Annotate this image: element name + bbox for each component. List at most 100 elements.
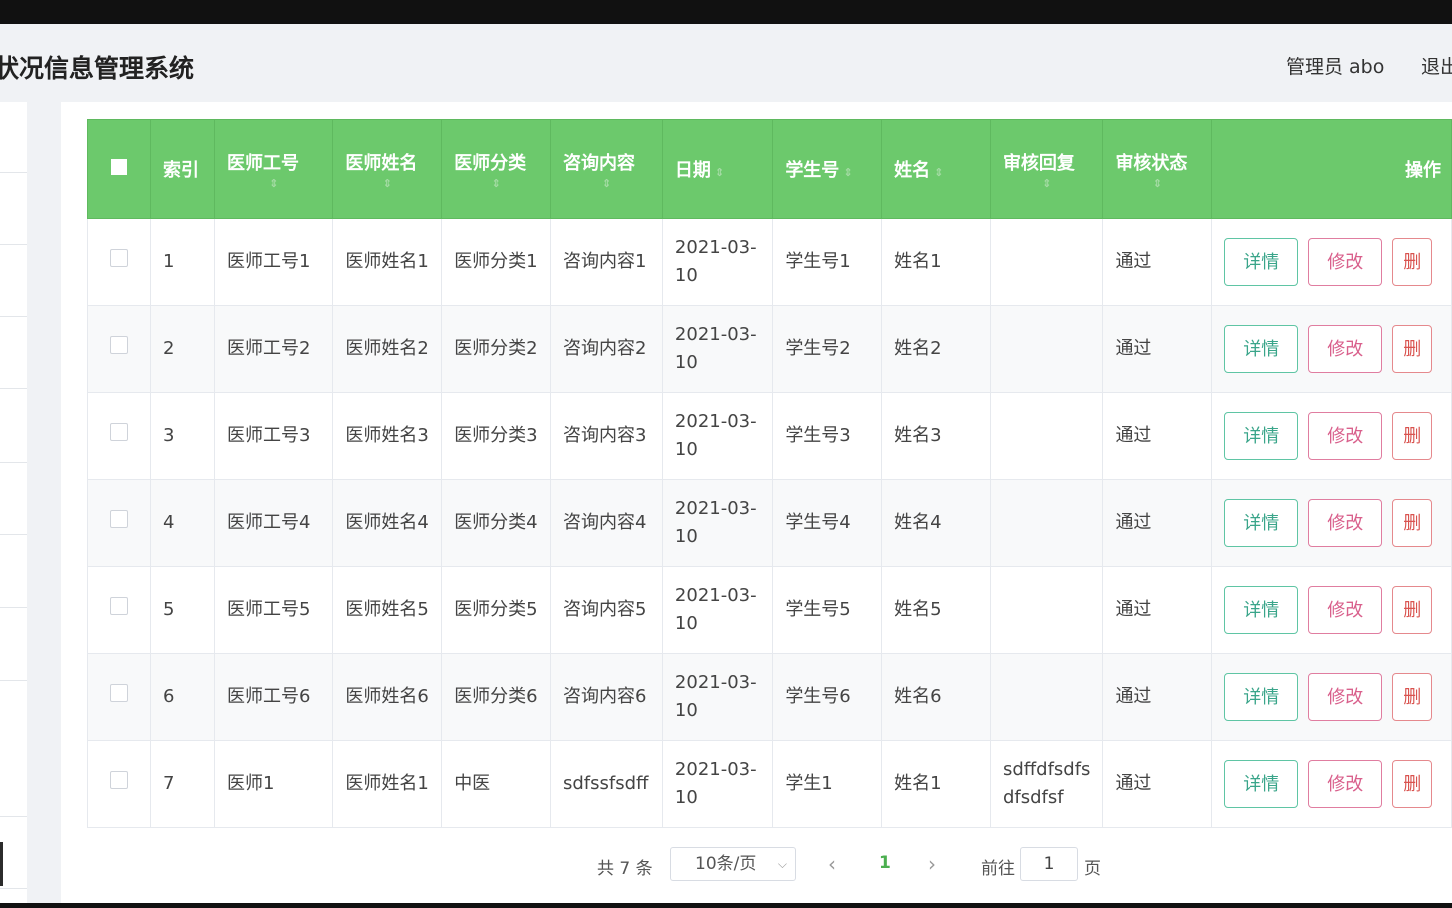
column-header-reply[interactable]: 审核回复 ⇕ (989, 119, 1104, 219)
cell-index: 2 (150, 305, 216, 393)
sort-icon[interactable]: ⇕ (1115, 177, 1199, 190)
column-header-index: 索引 (150, 119, 216, 219)
page-number-current[interactable]: 1 (879, 853, 891, 873)
edit-button[interactable]: 修改 (1308, 586, 1383, 634)
reply-part: sdffdfsdfs (1002, 759, 1091, 780)
row-select-cell[interactable] (86, 392, 152, 480)
sidebar-active-indicator[interactable] (0, 842, 3, 886)
column-header-category[interactable]: 医师分类 ⇕ (441, 119, 551, 219)
delete-button[interactable]: 删 (1392, 238, 1433, 286)
row-select-cell[interactable] (86, 740, 152, 828)
row-select-cell[interactable] (86, 218, 152, 306)
row-checkbox[interactable] (110, 510, 129, 528)
row-checkbox[interactable] (110, 249, 129, 267)
delete-button[interactable]: 删 (1392, 325, 1433, 373)
column-label: 操作 (1405, 160, 1441, 181)
detail-button[interactable]: 详情 (1224, 238, 1299, 286)
cell-index: 7 (150, 740, 216, 828)
column-header-student-no[interactable]: 学生号 ⇕ (772, 119, 883, 219)
cell-actions: 详情 修改删 (1211, 392, 1452, 480)
row-checkbox[interactable] (110, 597, 129, 615)
goto-page-input[interactable] (1020, 847, 1078, 881)
column-header-actions: 操作 (1211, 119, 1452, 219)
logout-link[interactable]: 退出 (1421, 52, 1452, 79)
detail-button[interactable]: 详情 (1224, 325, 1299, 373)
date-part: 10 (674, 613, 698, 634)
column-header-status[interactable]: 审核状态 ⇕ (1102, 119, 1213, 219)
sidebar-divider (0, 172, 27, 173)
page-size-select[interactable]: 10条/页 ⌵ (670, 847, 796, 881)
sort-icon[interactable]: ⇕ (454, 177, 538, 190)
column-header-content[interactable]: 咨询内容 ⇕ (550, 119, 663, 219)
column-header-doctor-no[interactable]: 医师工号 ⇕ (214, 119, 334, 219)
cell-reply (989, 218, 1104, 306)
delete-button[interactable]: 删 (1392, 499, 1433, 547)
cell-reply (989, 479, 1104, 567)
edit-button[interactable]: 修改 (1308, 325, 1383, 373)
row-checkbox[interactable] (110, 771, 129, 789)
column-header-name[interactable]: 姓名 ⇕ (881, 119, 991, 219)
column-header-date[interactable]: 日期 ⇕ (661, 119, 774, 219)
date-part: 2021-03- (674, 237, 757, 258)
delete-button[interactable]: 删 (1392, 412, 1433, 460)
sort-icon[interactable]: ⇕ (843, 166, 852, 179)
cell-reply (989, 305, 1104, 393)
cell-index: 1 (150, 218, 216, 306)
delete-button[interactable]: 删 (1392, 586, 1433, 634)
prev-page-button[interactable]: ‹ (828, 852, 836, 876)
edit-button[interactable]: 修改 (1308, 412, 1383, 460)
table-row: 7 医师1 医师姓名1 中医 sdfssfsdff 2021-03- 10 学生1 姓名1 sdf… (86, 740, 1452, 828)
row-select-cell[interactable] (86, 566, 152, 654)
cell-doctor-name: 医师姓名5 (332, 566, 443, 654)
edit-button[interactable]: 修改 (1308, 760, 1383, 808)
cell-doctor-no: 医师工号6 (214, 653, 334, 741)
column-label: 咨询内容 (563, 152, 635, 174)
detail-button[interactable]: 详情 (1224, 586, 1299, 634)
row-checkbox[interactable] (110, 423, 129, 441)
table-row: 2 医师工号2 医师姓名2 医师分类2 咨询内容2 2021-03- 10 学生号2 姓名2 通过… (86, 305, 1452, 393)
column-header-doctor-name[interactable]: 医师姓名 ⇕ (332, 119, 443, 219)
row-select-cell[interactable] (86, 479, 152, 567)
sort-icon[interactable]: ⇕ (563, 177, 650, 190)
date-part: 10 (674, 526, 698, 547)
cell-content: sdfssfsdff (550, 740, 663, 828)
sort-icon[interactable]: ⇕ (715, 166, 724, 179)
detail-button[interactable]: 详情 (1224, 673, 1299, 721)
cell-name: 姓名1 (881, 740, 991, 828)
cell-index: 6 (150, 653, 216, 741)
row-checkbox[interactable] (110, 336, 129, 354)
sidebar (0, 102, 27, 903)
detail-button[interactable]: 详情 (1224, 760, 1299, 808)
select-all-cell[interactable] (86, 119, 152, 219)
date-part: 10 (674, 352, 698, 373)
row-select-cell[interactable] (86, 653, 152, 741)
sidebar-divider (0, 462, 27, 463)
cell-actions: 详情 修改删 (1211, 218, 1452, 306)
cell-content: 咨询内容6 (550, 653, 663, 741)
sort-icon[interactable]: ⇕ (345, 177, 429, 190)
column-label: 医师姓名 (345, 152, 418, 174)
table-row: 3 医师工号3 医师姓名3 医师分类3 咨询内容3 2021-03- 10 学生号3 姓名3 通过… (86, 392, 1452, 480)
cell-category: 中医 (441, 740, 551, 828)
delete-button[interactable]: 删 (1392, 760, 1433, 808)
sort-icon[interactable]: ⇕ (227, 177, 320, 190)
sort-icon[interactable]: ⇕ (1003, 177, 1091, 190)
sort-icon[interactable]: ⇕ (934, 166, 943, 179)
next-page-button[interactable]: › (928, 852, 936, 876)
delete-button[interactable]: 删 (1392, 673, 1433, 721)
cell-index: 3 (150, 392, 216, 480)
edit-button[interactable]: 修改 (1308, 499, 1383, 547)
date-part: 2021-03- (674, 759, 757, 780)
table-row: 4 医师工号4 医师姓名4 医师分类4 咨询内容4 2021-03- 10 学生号4 姓名4 通过… (86, 479, 1452, 567)
row-select-cell[interactable] (86, 305, 152, 393)
detail-button[interactable]: 详情 (1224, 412, 1299, 460)
cell-actions: 详情 修改删 (1211, 740, 1452, 828)
edit-button[interactable]: 修改 (1308, 673, 1383, 721)
detail-button[interactable]: 详情 (1224, 499, 1299, 547)
sidebar-divider (0, 680, 27, 681)
row-checkbox[interactable] (110, 684, 129, 702)
column-label: 姓名 (894, 160, 931, 181)
select-all-checkbox[interactable] (111, 158, 128, 175)
cell-status: 通过 (1102, 218, 1213, 306)
edit-button[interactable]: 修改 (1308, 238, 1383, 286)
